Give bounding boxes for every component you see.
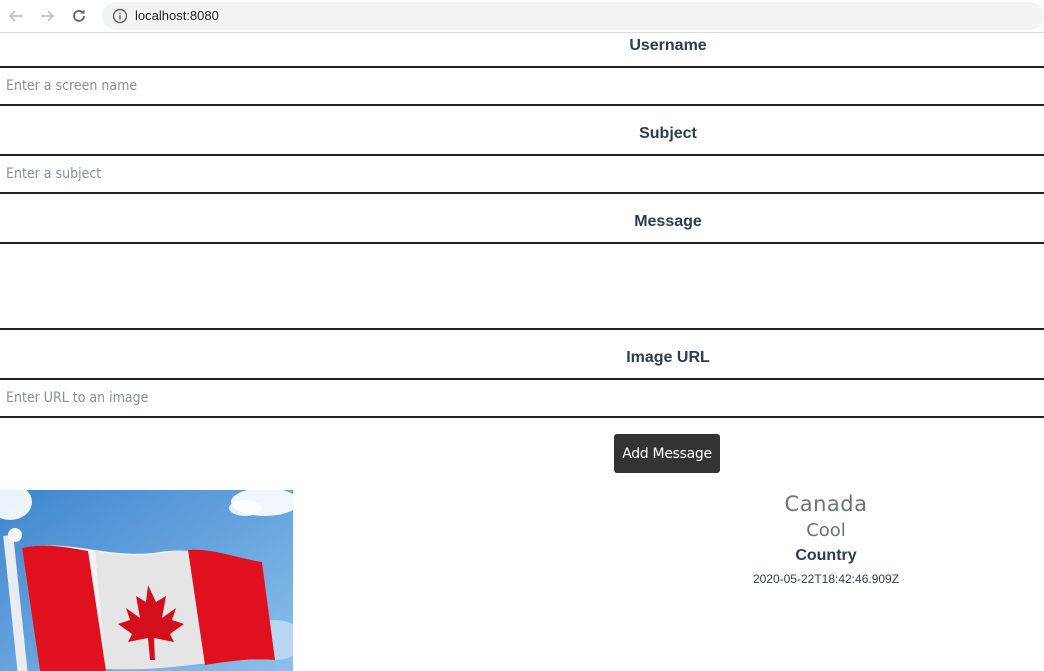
add-message-button[interactable]: Add Message	[614, 434, 720, 473]
message-label: Message	[634, 213, 702, 230]
reload-button[interactable]	[67, 4, 91, 28]
image-url-field-wrapper	[0, 378, 1044, 418]
message-username: Canada	[784, 492, 868, 516]
forward-button[interactable]	[35, 4, 59, 28]
address-bar[interactable]: localhost:8080	[102, 2, 1044, 30]
arrow-right-icon	[41, 10, 55, 22]
browser-toolbar: localhost:8080	[0, 0, 1044, 33]
subject-field-wrapper	[0, 154, 1044, 194]
message-subject: Cool	[806, 520, 846, 541]
message-image	[0, 490, 293, 671]
back-button[interactable]	[4, 4, 28, 28]
message-textarea[interactable]	[0, 244, 1044, 328]
message-field-wrapper	[0, 242, 1044, 330]
image-url-label: Image URL	[626, 349, 710, 366]
username-input[interactable]	[0, 68, 1044, 104]
message-timestamp: 2020-05-22T18:42:46.909Z	[752, 572, 900, 586]
username-label: Username	[629, 37, 707, 54]
arrow-left-icon	[8, 10, 22, 22]
url-text: localhost:8080	[135, 8, 219, 23]
message-card: Canada Cool Country 2020-05-22T18:42:46.…	[606, 490, 1044, 586]
image-url-input[interactable]	[0, 380, 1044, 416]
info-icon[interactable]	[112, 8, 128, 24]
subject-label: Subject	[639, 125, 697, 142]
reload-icon	[73, 9, 85, 22]
message-body: Country	[795, 547, 857, 564]
canada-flag-image	[0, 490, 293, 671]
subject-input[interactable]	[0, 156, 1044, 192]
username-field-wrapper	[0, 66, 1044, 106]
